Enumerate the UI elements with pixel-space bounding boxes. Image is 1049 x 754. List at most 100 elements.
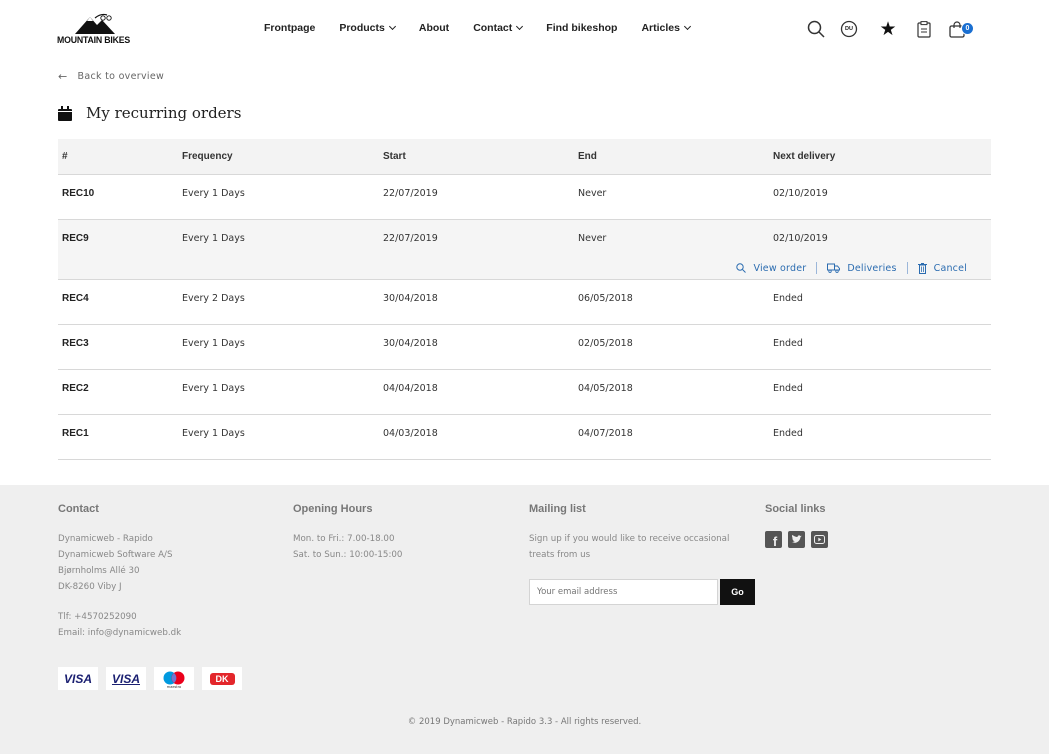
site-header: MOUNTAIN BIKES Frontpage Products About … <box>0 0 1049 60</box>
header-tools: DU ★ 0 <box>805 18 990 42</box>
clipboard-list-icon[interactable] <box>913 18 935 40</box>
nav-products[interactable]: Products <box>339 22 396 34</box>
order-end: Never <box>578 188 607 199</box>
order-next-delivery: Ended <box>773 383 803 394</box>
maestro-card-icon: maestro <box>154 667 194 690</box>
truck-icon <box>827 263 841 273</box>
footer-text: Sat. to Sun.: 10:00-15:00 <box>293 550 403 560</box>
order-start: 04/03/2018 <box>383 428 438 439</box>
order-next-delivery: 02/10/2019 <box>773 233 828 244</box>
user-avatar-icon[interactable]: DU <box>838 18 860 40</box>
order-frequency: Every 1 Days <box>182 428 245 439</box>
card-label: maestro <box>166 685 182 689</box>
table-row[interactable]: REC2 Every 1 Days 04/04/2018 04/05/2018 … <box>58 370 991 415</box>
footer-text: Mon. to Fri.: 7.00-18.00 <box>293 534 395 544</box>
col-header-frequency: Frequency <box>182 151 233 162</box>
subscribe-button[interactable]: Go <box>720 579 755 605</box>
table-row[interactable]: REC1 Every 1 Days 04/03/2018 04/07/2018 … <box>58 415 991 460</box>
site-footer: Contact Dynamicweb - Rapido Dynamicweb S… <box>0 485 1049 754</box>
nav-frontpage[interactable]: Frontpage <box>264 22 315 34</box>
nav-find-bikeshop[interactable]: Find bikeshop <box>546 22 617 34</box>
order-frequency: Every 1 Days <box>182 233 245 244</box>
chevron-down-icon <box>388 22 396 30</box>
page-title: My recurring orders <box>86 104 242 122</box>
order-next-delivery: Ended <box>773 293 803 304</box>
footer-phone[interactable]: Tlf: +4570252090 <box>58 609 181 625</box>
dankort-card-icon: DK <box>202 667 242 690</box>
col-header-start: Start <box>383 151 406 162</box>
nav-label: Frontpage <box>264 22 316 34</box>
twitter-icon[interactable] <box>788 531 805 548</box>
footer-heading: Mailing list <box>529 503 586 515</box>
calendar-icon <box>58 105 72 121</box>
back-link-label: Back to overview <box>77 71 165 82</box>
payment-methods: VISA VISA maestro DK <box>58 667 242 690</box>
page-heading: My recurring orders <box>58 104 241 122</box>
shopping-bag-icon[interactable]: 0 <box>946 18 974 40</box>
search-icon <box>736 263 747 273</box>
nav-articles[interactable]: Articles <box>641 22 692 34</box>
order-id: REC10 <box>62 188 95 199</box>
table-row[interactable]: REC3 Every 1 Days 30/04/2018 02/05/2018 … <box>58 325 991 370</box>
table-row[interactable]: REC10 Every 1 Days 22/07/2019 Never 02/1… <box>58 175 991 220</box>
order-frequency: Every 2 Days <box>182 293 245 304</box>
copyright-text: © 2019 Dynamicweb - Rapido 3.3 - All rig… <box>407 717 642 727</box>
divider <box>816 262 818 274</box>
star-favorites-icon[interactable]: ★ <box>877 18 899 40</box>
mountain-logo-icon <box>75 13 115 34</box>
youtube-icon[interactable] <box>811 531 828 548</box>
deliveries-button[interactable]: Deliveries <box>827 263 896 274</box>
facebook-icon[interactable]: f <box>765 531 782 549</box>
order-start: 30/04/2018 <box>383 293 438 304</box>
site-logo[interactable]: MOUNTAIN BIKES <box>57 12 137 46</box>
order-start: 04/04/2018 <box>383 383 438 394</box>
main-nav: Frontpage Products About Contact Find bi… <box>264 22 714 34</box>
footer-email[interactable]: Email: info@dynamicweb.dk <box>58 625 181 641</box>
order-frequency: Every 1 Days <box>182 383 245 394</box>
footer-text: Bjørnholms Allé 30 <box>58 566 140 576</box>
order-frequency: Every 1 Days <box>182 188 245 199</box>
search-icon[interactable] <box>805 18 827 40</box>
user-initials: DU <box>845 26 853 32</box>
order-frequency: Every 1 Days <box>182 338 245 349</box>
nav-about[interactable]: About <box>419 22 449 34</box>
footer-text: treats from us <box>529 550 591 560</box>
col-header-next-delivery: Next delivery <box>773 151 836 162</box>
order-next-delivery: 02/10/2019 <box>773 188 828 199</box>
card-label: DK <box>209 672 235 685</box>
table-row[interactable]: REC4 Every 2 Days 30/04/2018 06/05/2018 … <box>58 280 991 325</box>
nav-label: Contact <box>473 22 513 34</box>
footer-heading: Social links <box>765 503 826 515</box>
card-label: VISA <box>63 671 92 686</box>
footer-text: Dynamicweb Software A/S <box>58 550 173 560</box>
footer-contact: Contact Dynamicweb - Rapido Dynamicweb S… <box>58 503 181 641</box>
nav-contact[interactable]: Contact <box>473 22 524 34</box>
order-id: REC1 <box>62 428 89 439</box>
card-label: VISA <box>111 671 140 686</box>
nav-label: About <box>418 22 450 34</box>
view-order-label: View order <box>753 262 807 274</box>
footer-text: Dynamicweb - Rapido <box>58 534 153 544</box>
visa-card-icon: VISA <box>58 667 98 690</box>
chevron-down-icon <box>516 22 524 30</box>
footer-hours: Opening Hours Mon. to Fri.: 7.00-18.00 S… <box>293 503 402 563</box>
cancel-label: Cancel <box>933 262 967 274</box>
email-input[interactable] <box>529 579 718 605</box>
back-to-overview-link[interactable]: ← Back to overview <box>58 70 164 83</box>
order-start: 22/07/2019 <box>383 233 438 244</box>
newsletter-form: Go <box>529 579 755 605</box>
cancel-button[interactable]: Cancel <box>917 262 967 274</box>
trash-icon <box>917 262 927 274</box>
table-row-expanded[interactable]: REC9 Every 1 Days 22/07/2019 Never 02/10… <box>58 220 991 280</box>
footer-heading: Opening Hours <box>293 503 373 515</box>
table-header: # Frequency Start End Next delivery <box>58 139 991 175</box>
footer-mailing: Mailing list Sign up if you would like t… <box>529 503 729 563</box>
order-start: 22/07/2019 <box>383 188 438 199</box>
nav-label: Products <box>339 22 385 34</box>
view-order-button[interactable]: View order <box>736 263 806 274</box>
footer-text: Sign up if you would like to receive occ… <box>529 534 730 544</box>
nav-label: Articles <box>641 22 680 34</box>
deliveries-label: Deliveries <box>847 262 897 274</box>
order-id: REC3 <box>62 338 89 349</box>
